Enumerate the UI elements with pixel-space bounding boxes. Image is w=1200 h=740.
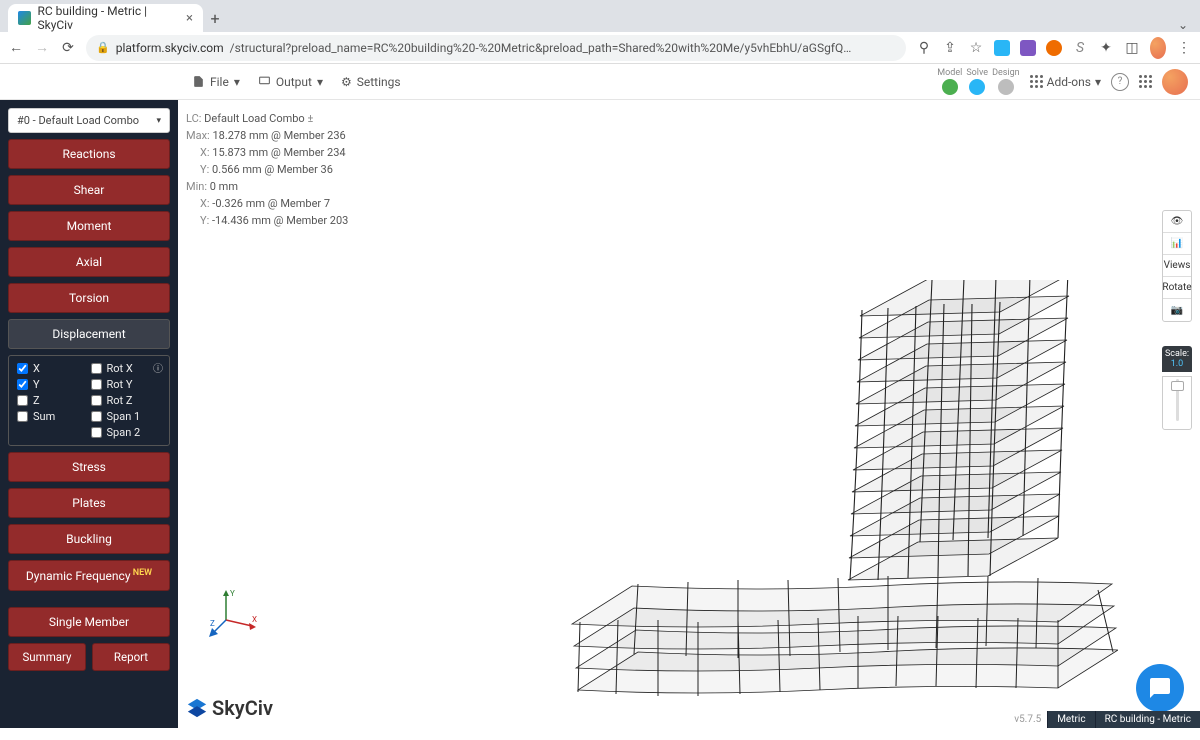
chart-icon: 📊 — [1171, 238, 1183, 249]
moment-button[interactable]: Moment — [8, 211, 170, 241]
output-icon — [258, 75, 271, 88]
tab-favicon — [18, 11, 31, 25]
new-tab-button[interactable]: + — [203, 5, 227, 32]
extension-icon-4[interactable]: S — [1072, 40, 1088, 56]
extension-icon-1[interactable] — [994, 40, 1010, 56]
url-host: platform.skyciv.com — [116, 41, 224, 55]
model-wireframe — [558, 280, 1118, 740]
check-z[interactable]: Z — [17, 394, 88, 407]
summary-button[interactable]: Summary — [8, 643, 86, 671]
lc-info-panel: LC: Default Load Combo ± Max: 18.278 mm … — [186, 110, 348, 229]
panel-icon[interactable]: ◫ — [1124, 40, 1140, 56]
screenshot-button[interactable]: 📷 — [1163, 299, 1191, 321]
scale-slider[interactable] — [1162, 376, 1192, 430]
lock-icon: 🔒 — [96, 41, 110, 54]
url-input[interactable]: 🔒 platform.skyciv.com/structural?preload… — [86, 35, 906, 61]
shear-button[interactable]: Shear — [8, 175, 170, 205]
svg-text:X: X — [252, 615, 257, 624]
mode-model[interactable]: Model — [937, 68, 962, 95]
app-toolbar: File▾ Output▾ ⚙ Settings Model Solve Des… — [0, 64, 1200, 100]
output-menu[interactable]: Output▾ — [258, 75, 323, 89]
profile-avatar[interactable] — [1150, 37, 1166, 59]
stress-button[interactable]: Stress — [8, 452, 170, 482]
address-actions: ⚲ ⇪ ☆ S ✦ ◫ ⋮ — [916, 37, 1192, 59]
dynamic-frequency-button[interactable]: Dynamic Frequency — [8, 560, 170, 591]
back-icon[interactable]: ← — [8, 39, 24, 56]
search-icon[interactable]: ⚲ — [916, 40, 932, 56]
solve-icon — [969, 79, 985, 95]
bookmark-icon[interactable]: ☆ — [968, 40, 984, 56]
buckling-button[interactable]: Buckling — [8, 524, 170, 554]
displacement-options: ⓘ X Rot X Y Rot Y Z Rot Z Sum Span 1 Spa… — [8, 355, 170, 446]
rotate-button[interactable]: Rotate — [1163, 277, 1191, 299]
version-label: v5.7.5 — [1014, 714, 1041, 725]
skyciv-logo: SkyCiv — [186, 696, 273, 720]
camera-icon: 📷 — [1171, 305, 1183, 316]
tab-title: RC building - Metric | SkyCiv — [37, 4, 180, 32]
file-menu[interactable]: File▾ — [192, 75, 240, 89]
results-sidebar: #0 - Default Load Combo Reactions Shear … — [0, 100, 178, 728]
scale-label: Scale: 1.0 — [1162, 346, 1192, 372]
axis-triad: Y X Z — [208, 588, 258, 638]
info-icon[interactable]: ⓘ — [153, 360, 163, 375]
mode-solve[interactable]: Solve — [966, 68, 988, 95]
grid-icon — [1030, 75, 1043, 88]
gear-icon: ⚙ — [341, 75, 352, 89]
settings-menu[interactable]: ⚙ Settings — [341, 75, 401, 89]
reload-icon[interactable]: ⟳ — [60, 40, 76, 56]
extension-icon-2[interactable] — [1020, 40, 1036, 56]
views-button[interactable]: Views — [1163, 255, 1191, 277]
axial-button[interactable]: Axial — [8, 247, 170, 277]
torsion-button[interactable]: Torsion — [8, 283, 170, 313]
extension-icon-3[interactable] — [1046, 40, 1062, 56]
check-x[interactable]: X — [17, 362, 88, 375]
chart-button[interactable]: 📊 — [1163, 233, 1191, 255]
browser-tab-strip: RC building - Metric | SkyCiv × + ⌄ — [0, 0, 1200, 32]
plates-button[interactable]: Plates — [8, 488, 170, 518]
share-icon[interactable]: ⇪ — [942, 40, 958, 56]
url-path: /structural?preload_name=RC%20building%2… — [230, 41, 852, 55]
eye-icon: 👁 — [1171, 216, 1184, 227]
svg-text:Y: Y — [230, 589, 235, 598]
chrome-menu-icon[interactable]: ⋮ — [1176, 40, 1192, 56]
check-rotx[interactable]: Rot X — [91, 362, 162, 375]
svg-text:Z: Z — [210, 619, 215, 628]
check-rotz[interactable]: Rot Z — [91, 394, 162, 407]
report-button[interactable]: Report — [92, 643, 170, 671]
chat-bubble[interactable] — [1136, 664, 1184, 712]
visibility-button[interactable]: 👁 — [1163, 211, 1191, 233]
extensions-icon[interactable]: ✦ — [1098, 40, 1114, 56]
mode-design[interactable]: Design — [992, 68, 1020, 95]
design-icon — [998, 79, 1014, 95]
browser-tab[interactable]: RC building - Metric | SkyCiv × — [8, 4, 203, 32]
view-tools: 👁 📊 Views Rotate 📷 — [1162, 210, 1192, 322]
user-avatar[interactable] — [1162, 69, 1188, 95]
tabs-dropdown-icon[interactable]: ⌄ — [1178, 18, 1188, 32]
units-chip[interactable]: Metric — [1047, 711, 1094, 728]
status-bar: v5.7.5 Metric RC building - Metric — [356, 710, 1200, 728]
forward-icon: → — [34, 39, 50, 56]
addons-menu[interactable]: Add-ons▾ — [1030, 75, 1101, 89]
model-name-chip[interactable]: RC building - Metric — [1095, 711, 1200, 728]
check-roty[interactable]: Rot Y — [91, 378, 162, 391]
check-span1[interactable]: Span 1 — [91, 410, 162, 423]
displacement-button[interactable]: Displacement — [8, 319, 170, 349]
check-sum[interactable]: Sum — [17, 410, 88, 423]
close-icon[interactable]: × — [186, 11, 193, 26]
check-span2[interactable]: Span 2 — [91, 426, 162, 439]
apps-icon[interactable] — [1139, 75, 1152, 88]
reactions-button[interactable]: Reactions — [8, 139, 170, 169]
slider-thumb[interactable] — [1171, 381, 1184, 391]
help-icon[interactable]: ? — [1111, 73, 1129, 91]
model-icon — [942, 79, 958, 95]
logo-icon — [186, 697, 208, 719]
load-combo-select[interactable]: #0 - Default Load Combo — [8, 108, 170, 133]
chat-icon — [1148, 676, 1172, 700]
single-member-button[interactable]: Single Member — [8, 607, 170, 637]
file-icon — [192, 75, 205, 88]
viewport-3d[interactable]: LC: Default Load Combo ± Max: 18.278 mm … — [178, 100, 1200, 728]
check-y[interactable]: Y — [17, 378, 88, 391]
address-bar: ← → ⟳ 🔒 platform.skyciv.com/structural?p… — [0, 32, 1200, 64]
